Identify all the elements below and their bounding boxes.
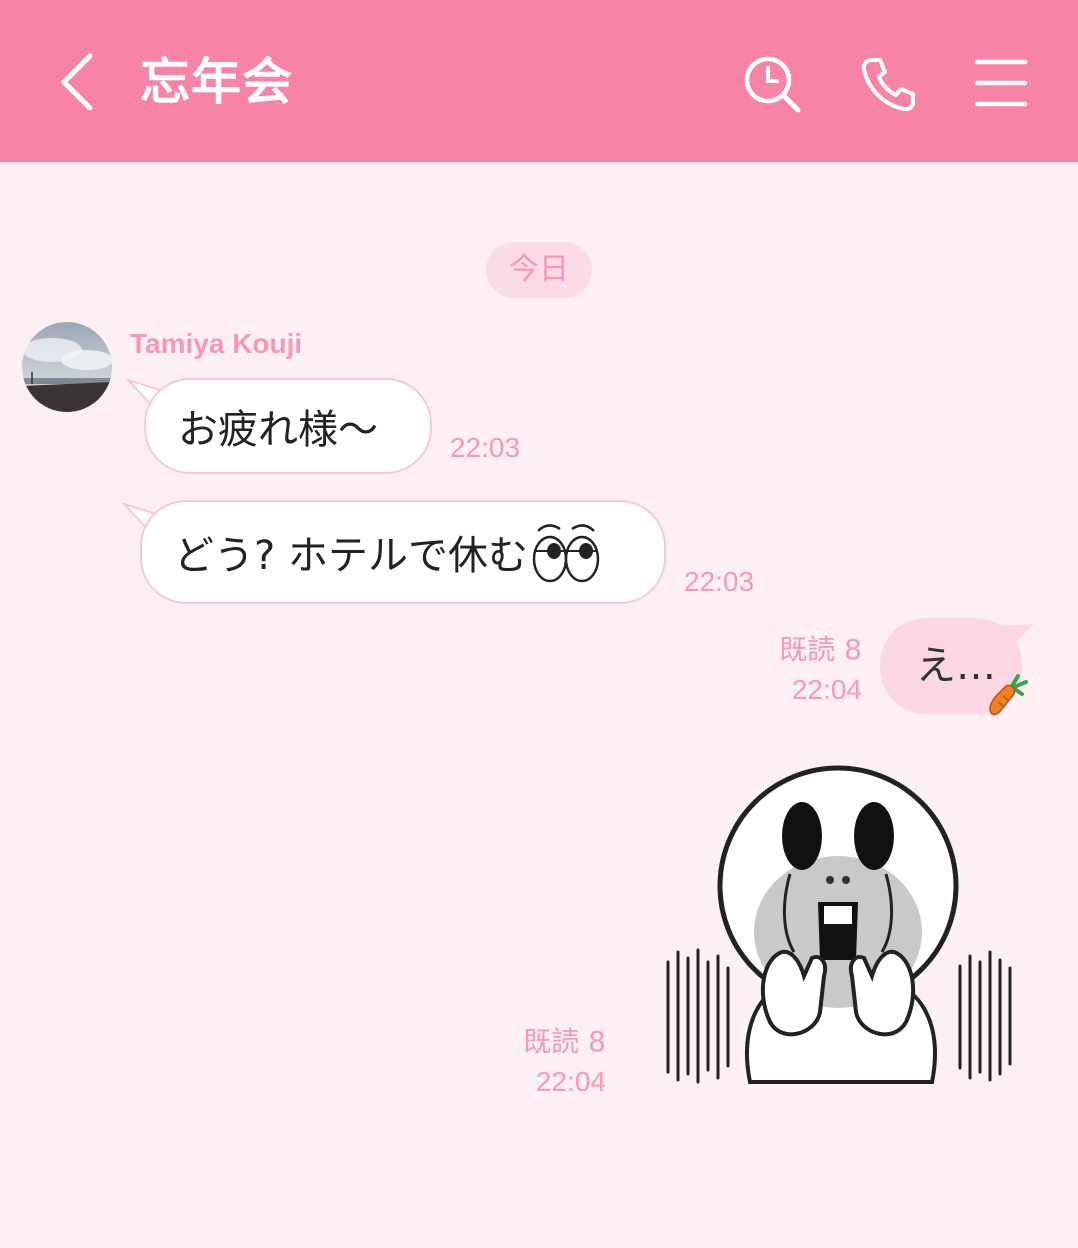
read-receipt: 既読 8 22:04 — [500, 1022, 606, 1102]
search-icon — [744, 56, 801, 113]
message-time: 22:03 — [450, 432, 521, 463]
message-text: どう? ホテルで休む — [174, 533, 528, 579]
read-receipt: 既読 8 22:04 — [760, 630, 862, 710]
message-bubble: どう? ホテルで休む — [140, 500, 666, 604]
back-button[interactable] — [50, 50, 110, 114]
shocked-face-sticker[interactable] — [660, 762, 1020, 1092]
message-list[interactable]: 今日 Tamiya Kouji お疲れ様〜 22:03 どう? ホテルで休む 2… — [0, 162, 1078, 1248]
read-status: 既読 8 — [523, 1025, 606, 1058]
rolling-eyes-emoji-icon — [532, 524, 600, 583]
menu-button[interactable] — [974, 58, 1028, 108]
phone-icon — [861, 58, 915, 112]
message-time: 22:04 — [791, 674, 862, 705]
search-button[interactable] — [742, 54, 802, 114]
avatar[interactable] — [22, 322, 112, 412]
chevron-left-icon — [61, 53, 93, 111]
sender-name: Tamiya Kouji — [130, 328, 303, 359]
carrot-icon — [989, 674, 1028, 716]
message-text: お疲れ様〜 — [178, 407, 378, 453]
message-bubble: お疲れ様〜 — [144, 378, 432, 474]
menu-icon — [974, 59, 1028, 107]
chat-header: 忘年会 — [0, 0, 1078, 162]
chat-title: 忘年会 — [140, 53, 293, 111]
message-time: 22:04 — [535, 1066, 606, 1097]
read-status: 既読 8 — [779, 633, 862, 666]
call-button[interactable] — [858, 54, 918, 114]
message-time: 22:03 — [684, 566, 755, 597]
date-separator: 今日 — [486, 242, 592, 298]
